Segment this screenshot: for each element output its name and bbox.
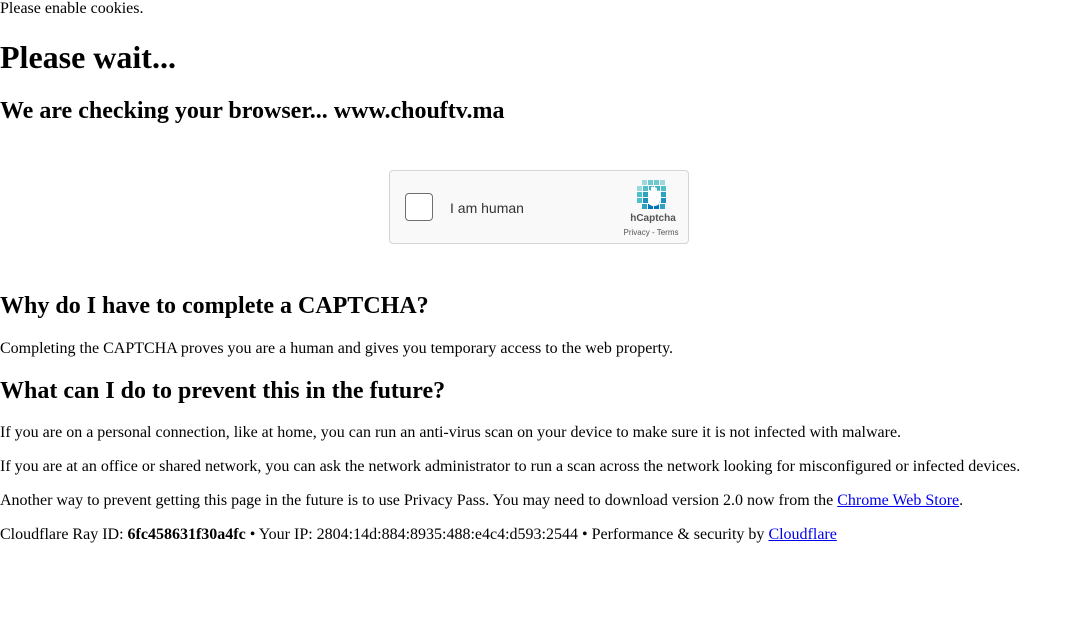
checking-browser-heading: We are checking your browser... www.chou… xyxy=(0,98,505,124)
cloudflare-footer: Cloudflare Ray ID: 6fc458631f30a4fc • Yo… xyxy=(0,526,837,544)
links-separator: - xyxy=(649,228,657,237)
prevent-office-text: If you are at an office or shared networ… xyxy=(0,458,1021,475)
cookie-notice: Please enable cookies. xyxy=(0,0,144,17)
captcha-label: I am human xyxy=(450,200,524,216)
ray-id-value: 6fc458631f30a4fc xyxy=(127,526,246,543)
ray-id-label: Cloudflare Ray ID: xyxy=(0,526,128,543)
hcaptcha-widget: I am human hCaptcha Privacy - Terms xyxy=(389,170,689,244)
captcha-links: Privacy - Terms xyxy=(616,228,686,238)
privacy-link[interactable]: Privacy xyxy=(624,228,650,237)
why-captcha-heading: Why do I have to complete a CAPTCHA? xyxy=(0,293,429,319)
chrome-web-store-link[interactable]: Chrome Web Store xyxy=(837,492,959,509)
prevent-personal-text: If you are on a personal connection, lik… xyxy=(0,424,902,441)
why-captcha-text: Completing the CAPTCHA proves you are a … xyxy=(0,340,674,357)
page-title: Please wait... xyxy=(0,39,176,75)
privacy-pass-text: Another way to prevent getting this page… xyxy=(0,492,963,510)
ip-info: • Your IP: 2804:14d:884:8935:488:e4c4:d5… xyxy=(245,526,769,543)
prevent-future-heading: What can I do to prevent this in the fut… xyxy=(0,378,446,404)
terms-link[interactable]: Terms xyxy=(657,228,679,237)
cloudflare-link[interactable]: Cloudflare xyxy=(768,526,836,543)
privacy-pass-suffix: . xyxy=(959,492,964,509)
hcaptcha-hand-icon xyxy=(637,180,666,209)
hcaptcha-brand: hCaptcha xyxy=(630,213,676,224)
privacy-pass-prefix: Another way to prevent getting this page… xyxy=(0,492,838,509)
captcha-checkbox[interactable] xyxy=(405,193,433,221)
